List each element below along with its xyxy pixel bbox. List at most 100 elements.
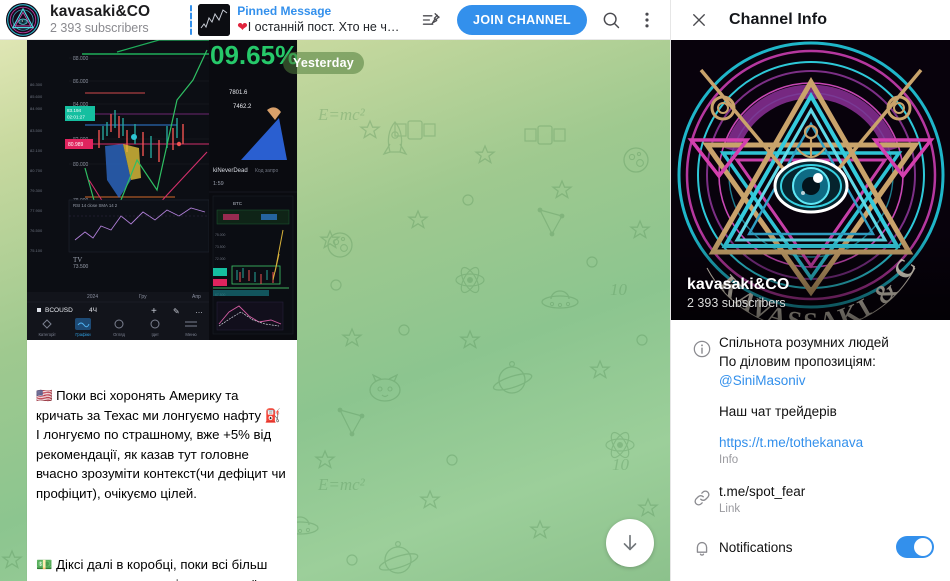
svg-text:…: … bbox=[195, 306, 203, 315]
link-sub: Link bbox=[719, 503, 741, 515]
svg-text:BTC: BTC bbox=[233, 201, 243, 206]
channel-name: kavasaki&CO bbox=[50, 3, 151, 20]
notifications-label: Notifications bbox=[719, 540, 793, 555]
svg-text:7801.6: 7801.6 bbox=[229, 90, 248, 96]
channel-info-panel: Channel Info kavasaki&CO 2 393 subscribe… bbox=[670, 0, 950, 581]
cover-subscribers: 2 393 subscribers bbox=[687, 296, 786, 310]
svg-text:83.500: 83.500 bbox=[30, 128, 43, 133]
message-paragraph-1: 🇺🇸 Поки всі хоронять Америку та кричать … bbox=[36, 388, 290, 501]
svg-text:Ідеї: Ідеї bbox=[151, 332, 159, 337]
chart-thumbnail-icon bbox=[198, 3, 231, 36]
cover-channel-name: kavasaki&CO bbox=[687, 276, 790, 293]
link-icon bbox=[694, 490, 710, 506]
description-line-4: Наш чат трейдерів bbox=[719, 404, 837, 419]
info-panel-title: Channel Info bbox=[729, 11, 828, 28]
search-button[interactable] bbox=[593, 2, 629, 38]
pinned-progress-bar bbox=[190, 4, 193, 35]
channel-title-block: kavasaki&CO 2 393 subscribers bbox=[50, 3, 150, 36]
heart-icon: ❤ bbox=[237, 20, 248, 34]
message-paragraph-2: 💵 Діксі далі в коробці, поки всі більш н… bbox=[36, 557, 268, 581]
info-panel-header: Channel Info bbox=[671, 0, 950, 40]
all-seeing-eye-logo-icon bbox=[6, 2, 40, 37]
svg-text:76.500: 76.500 bbox=[30, 228, 43, 233]
pinned-messages-button[interactable] bbox=[413, 2, 449, 38]
svg-text:2024: 2024 bbox=[87, 294, 98, 300]
chat-more-button[interactable] bbox=[629, 2, 665, 38]
channel-subscribers: 2 393 subscribers bbox=[50, 21, 149, 35]
date-badge: Yesterday bbox=[283, 52, 364, 74]
svg-text:73.500: 73.500 bbox=[73, 264, 89, 270]
svg-text:Код запро: Код запро bbox=[255, 168, 278, 174]
svg-text:84.900: 84.900 bbox=[30, 106, 43, 111]
svg-text:88.000: 88.000 bbox=[73, 56, 89, 62]
svg-text:80.700: 80.700 bbox=[30, 168, 43, 173]
chat-column: kavasaki&CO 2 393 subscribers Pinned Mes… bbox=[0, 0, 670, 581]
bell-icon bbox=[696, 541, 708, 556]
description-line-1: Спільнота розумних людей bbox=[719, 335, 889, 350]
svg-text:1:59: 1:59 bbox=[213, 181, 224, 187]
description-link[interactable]: https://t.me/tothekanava bbox=[719, 433, 934, 452]
svg-text:BCOUSD: BCOUSD bbox=[45, 307, 73, 314]
trading-chart-screenshot-icon: 88.00086.000 84.00082.000 80.00078.000 7… bbox=[27, 40, 297, 340]
telegram-window: kavasaki&CO 2 393 subscribers Pinned Mes… bbox=[0, 0, 950, 581]
info-row-notifications[interactable]: Notifications bbox=[671, 524, 950, 565]
pinned-preview: ❤I останній пост. Хто не чи… bbox=[237, 19, 402, 35]
info-row-description[interactable]: Спільнота розумних людей По діловим проп… bbox=[671, 326, 950, 475]
pinned-message-bar[interactable]: Pinned Message ❤I останній пост. Хто не … bbox=[190, 0, 402, 40]
link-body: t.me/spot_fear Link bbox=[719, 482, 934, 517]
message-list[interactable]: E=mc² E=mc² 10 10 Yesterday 88.000 86.00… bbox=[0, 40, 670, 581]
notifications-toggle[interactable] bbox=[896, 536, 934, 558]
pinned-label: Pinned Message bbox=[237, 4, 332, 18]
svg-text:Меню: Меню bbox=[185, 332, 196, 337]
svg-text:86.300: 86.300 bbox=[30, 82, 43, 87]
svg-text:+: + bbox=[151, 306, 157, 317]
svg-text:4Ч: 4Ч bbox=[89, 307, 97, 314]
svg-text:Категорії: Категорії bbox=[38, 332, 56, 337]
chat-header: kavasaki&CO 2 393 subscribers Pinned Mes… bbox=[0, 0, 670, 40]
svg-text:83.194: 83.194 bbox=[67, 108, 81, 113]
description-sub: Info bbox=[719, 454, 739, 466]
svg-text:85.600: 85.600 bbox=[30, 94, 43, 99]
svg-text:75.100: 75.100 bbox=[30, 248, 43, 253]
svg-text:80.989: 80.989 bbox=[68, 142, 84, 148]
svg-text:kiNeverDead: kiNeverDead bbox=[213, 168, 248, 174]
close-icon bbox=[693, 14, 705, 26]
arrow-down-icon bbox=[623, 534, 637, 551]
svg-text:Графіки: Графіки bbox=[75, 332, 91, 337]
svg-text:Огляд: Огляд bbox=[113, 332, 125, 337]
link-icon-wrap bbox=[685, 482, 719, 508]
close-info-button[interactable] bbox=[681, 2, 717, 38]
message-column: 88.00086.000 84.00082.000 80.00078.000 7… bbox=[27, 40, 297, 581]
search-icon bbox=[603, 12, 620, 28]
svg-text:7462.2: 7462.2 bbox=[233, 104, 252, 110]
description-body: Спільнота розумних людей По діловим проп… bbox=[719, 333, 934, 468]
pinned-message-thumbnail bbox=[198, 3, 231, 36]
more-vertical-icon bbox=[645, 12, 649, 27]
link-value[interactable]: t.me/spot_fear bbox=[719, 482, 934, 501]
svg-text:79.300: 79.300 bbox=[30, 188, 43, 193]
notifications-body: Notifications bbox=[719, 536, 896, 557]
channel-message-bubble[interactable]: 88.00086.000 84.00082.000 80.00078.000 7… bbox=[27, 40, 297, 581]
bell-icon-wrap bbox=[685, 536, 719, 558]
message-text: 🇺🇸 Поки всі хоронять Америку та кричать … bbox=[27, 340, 297, 581]
channel-cover-photo[interactable]: KAVASSAKI & CO kavasaki&CO 2 393 subscri… bbox=[671, 40, 950, 320]
svg-text:E=mc²: E=mc² bbox=[317, 105, 366, 124]
message-media-chart[interactable]: 88.00086.000 84.00082.000 80.00078.000 7… bbox=[27, 40, 297, 340]
svg-text:E=mc²: E=mc² bbox=[317, 475, 366, 494]
scroll-to-bottom-button[interactable] bbox=[606, 519, 654, 567]
svg-text:75.000: 75.000 bbox=[215, 233, 225, 237]
svg-text:82.100: 82.100 bbox=[30, 148, 43, 153]
svg-text:77.900: 77.900 bbox=[30, 208, 43, 213]
svg-text:10: 10 bbox=[610, 280, 628, 299]
channel-avatar[interactable] bbox=[6, 2, 40, 37]
info-circle-icon bbox=[693, 340, 711, 358]
header-actions: JOIN CHANNEL bbox=[413, 2, 670, 38]
svg-text:80.000: 80.000 bbox=[73, 162, 89, 168]
description-mention[interactable]: @SiniMasoniv bbox=[719, 371, 934, 390]
info-row-link[interactable]: t.me/spot_fear Link bbox=[671, 475, 950, 524]
svg-text:Апр: Апр bbox=[192, 294, 201, 300]
pinned-text-block: Pinned Message ❤I останній пост. Хто не … bbox=[237, 4, 402, 35]
join-channel-button[interactable]: JOIN CHANNEL bbox=[457, 4, 587, 35]
svg-text:RSI 14 close SMA 14 2: RSI 14 close SMA 14 2 bbox=[73, 203, 118, 208]
svg-text:02:01:27: 02:01:27 bbox=[67, 115, 85, 120]
